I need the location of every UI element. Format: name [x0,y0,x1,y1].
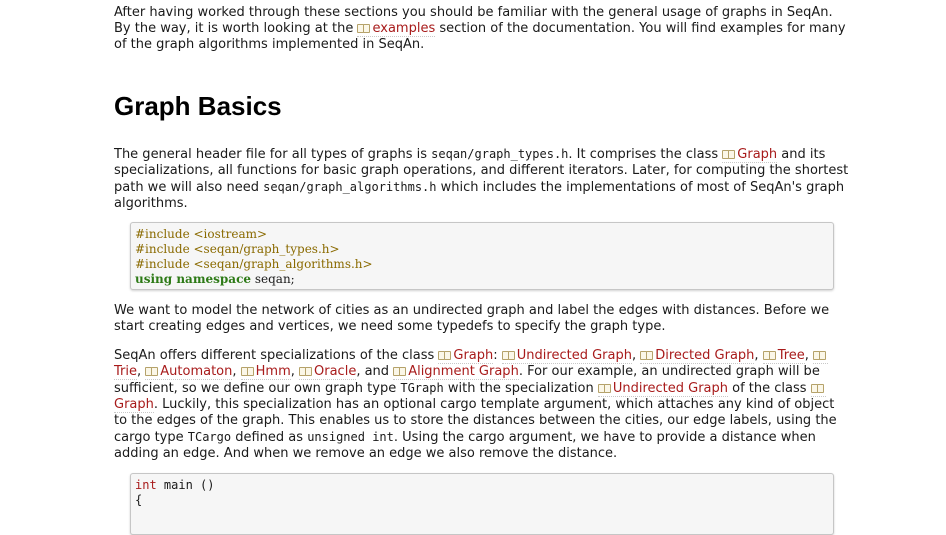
model-paragraph: We want to model the network of cities a… [114,303,830,334]
text: with the specialization [443,381,598,396]
book-icon [438,350,452,360]
code-block-main: int main () { [130,473,834,535]
examples-link-label: examples [372,21,436,36]
book-icon [299,366,313,376]
link-label: Alignment Graph [408,364,519,379]
inline-code: TGraph [400,381,444,395]
graph-link[interactable]: Graph [438,348,494,364]
code-line: { [135,493,143,507]
code-line: #include <seqan/graph_types.h> [135,242,340,256]
text: of the class [728,381,811,396]
text: : [493,348,502,363]
specialization-paragraph: SeqAn offers different specializations o… [114,348,837,461]
undirected-graph-link[interactable]: Undirected Graph [501,348,632,364]
book-icon [393,366,407,376]
code-listing: #include <iostream> #include <seqan/grap… [131,223,833,287]
undirected-graph-link[interactable]: Undirected Graph [597,381,729,397]
text: defined as [231,430,308,445]
book-icon [357,23,371,33]
code-line: main () [156,478,215,492]
link-label: Undirected Graph [516,348,632,363]
link-label: Undirected Graph [612,381,729,396]
text: The general header file for all types of… [114,147,432,162]
code-block-includes: #include <iostream> #include <seqan/grap… [130,222,834,290]
link-label: Hmm [255,364,291,379]
book-icon [501,350,515,360]
tree-link[interactable]: Tree [762,348,805,364]
intro-paragraph: After having worked through these sectio… [114,5,850,53]
code-line: #include <iostream> [135,227,268,241]
graph-link[interactable]: Graph [722,147,778,163]
link-label: Directed Graph [655,348,755,363]
inline-code: TCargo [187,430,232,444]
link-label: Trie [114,364,137,379]
inline-code: unsigned int [307,430,394,444]
inline-code: seqan/graph_types.h [431,147,569,161]
code-listing: int main () { [131,474,833,508]
code-line: seqan; [251,272,295,286]
directed-graph-link[interactable]: Directed Graph [640,348,755,364]
link-label: Graph [114,397,154,412]
graph-link-label: Graph [737,147,778,162]
text: . It comprises the class [568,147,723,162]
book-icon [145,366,159,376]
book-icon [810,383,824,393]
book-icon [640,350,654,360]
link-label: Oracle [314,364,357,379]
book-icon [762,350,776,360]
book-icon [813,350,827,360]
book-icon [240,366,254,376]
inline-code: seqan/graph_algorithms.h [263,180,437,194]
oracle-link[interactable]: Oracle [299,364,357,380]
book-icon [722,149,736,159]
code-line: #include <seqan/graph_algorithms.h> [135,257,373,271]
link-label: Tree [777,348,805,363]
text: , and [356,364,394,379]
text: SeqAn offers different specializations o… [114,348,439,363]
code-keyword: int [135,478,157,492]
header-paragraph: The general header file for all types of… [114,146,850,212]
code-keyword: using namespace [135,272,252,286]
book-icon [597,383,611,393]
alignment-graph-link[interactable]: Alignment Graph [393,364,519,380]
automaton-link[interactable]: Automaton [145,364,233,380]
section-heading: Graph Basics [114,91,282,121]
link-label: Automaton [160,364,233,379]
link-label: Graph [453,348,494,363]
examples-link[interactable]: examples [357,21,436,37]
hmm-link[interactable]: Hmm [240,364,291,380]
